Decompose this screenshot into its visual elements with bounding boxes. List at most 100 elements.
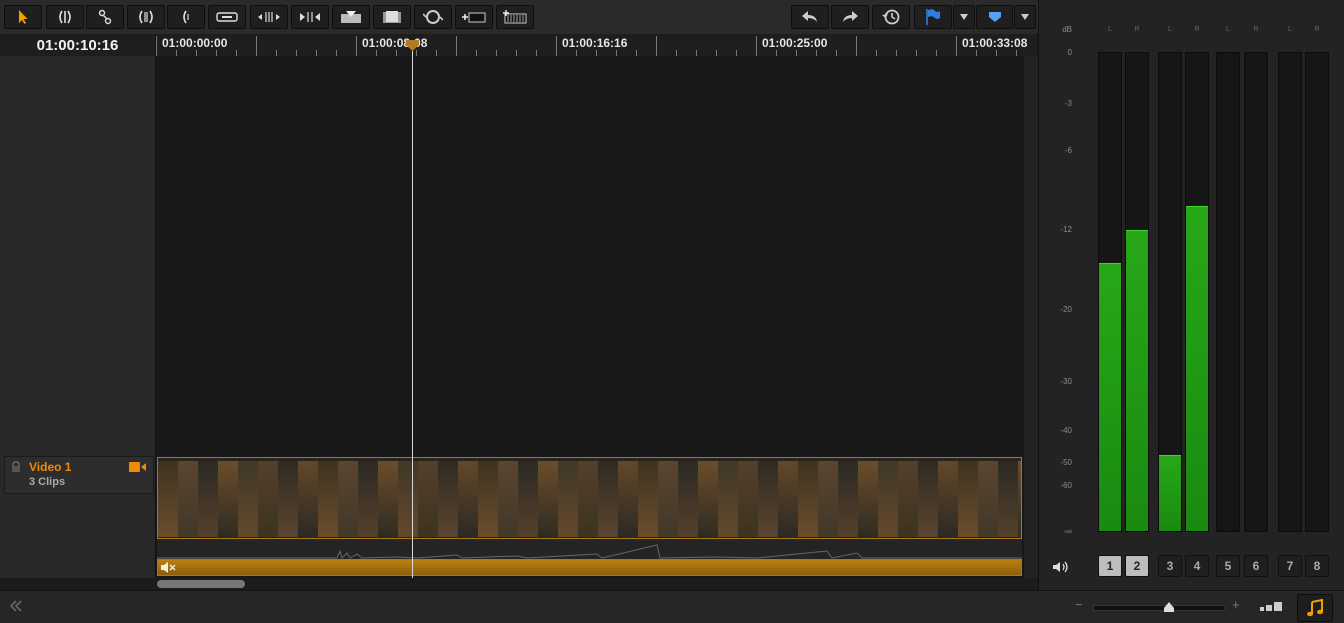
meter-scale-label: -12 <box>1060 225 1072 234</box>
meter-lr-label: L <box>1226 26 1230 33</box>
meter-channel-6 <box>1244 52 1268 532</box>
zoom-slider-thumb[interactable] <box>1163 601 1175 613</box>
blade-tool-button[interactable] <box>86 5 124 29</box>
clip-frame <box>678 461 698 537</box>
slide-button[interactable] <box>291 5 329 29</box>
meter-lr-label: R <box>1253 26 1259 33</box>
clip-frame <box>758 461 778 537</box>
marker-button[interactable] <box>976 5 1013 29</box>
clip-frame <box>858 461 878 537</box>
channel-button-3[interactable]: 3 <box>1158 555 1182 577</box>
clip-frame <box>518 461 538 537</box>
waveform <box>157 544 1022 559</box>
meter-scale-label: 0 <box>1067 48 1072 57</box>
speaker-muted-icon[interactable] <box>160 561 178 574</box>
slip-icon <box>258 12 280 22</box>
clip-frame <box>638 461 658 537</box>
horizontal-scroll-thumb[interactable] <box>157 580 245 588</box>
timeline-ruler[interactable]: 01:00:00:00 01:00:08:08 01:00:16:16 01:0… <box>156 34 1036 57</box>
replace-clip-button[interactable] <box>414 5 452 29</box>
link-clips-button[interactable] <box>208 5 246 29</box>
clip-frame <box>378 461 398 537</box>
channel-button-4[interactable]: 4 <box>1185 555 1209 577</box>
flag-icon <box>926 9 940 25</box>
video-clip[interactable] <box>157 457 1022 539</box>
clip-frame <box>258 461 278 537</box>
ruler-tick <box>256 36 257 56</box>
video-camera-icon[interactable] <box>129 461 147 473</box>
dynamic-trim-button[interactable] <box>127 5 165 29</box>
ruler-tick <box>556 36 557 56</box>
ruler-label: 01:00:33:08 <box>962 36 1028 50</box>
clip-frame <box>738 461 758 537</box>
ripple-trim-button[interactable] <box>167 5 205 29</box>
undo-button[interactable] <box>791 5 829 29</box>
clip-frame <box>478 461 498 537</box>
track-clip-count: 3 Clips <box>29 476 66 488</box>
playhead-marker-icon[interactable] <box>406 40 419 52</box>
place-on-top-icon <box>462 12 486 23</box>
slide-icon <box>300 12 320 22</box>
playhead[interactable] <box>406 40 419 578</box>
ruler-label: 01:00:25:00 <box>762 36 828 50</box>
vertical-scrollbar[interactable] <box>1024 56 1038 578</box>
meter-scale-label: -20 <box>1060 305 1072 314</box>
zoom-in-button[interactable]: + <box>1232 597 1240 612</box>
clip-frame <box>938 461 958 537</box>
meter-scale-label: -3 <box>1064 99 1072 108</box>
marker-icon <box>988 12 1001 22</box>
select-tool-button[interactable] <box>4 5 42 29</box>
clip-frame <box>598 461 618 537</box>
clip-frame <box>338 461 358 537</box>
slip-button[interactable] <box>250 5 288 29</box>
double-chevron-left-icon[interactable] <box>9 600 23 612</box>
channel-button-1[interactable]: 1 <box>1098 555 1122 577</box>
meter-channel-4 <box>1185 52 1209 532</box>
overwrite-clip-button[interactable] <box>373 5 411 29</box>
meter-channel-7 <box>1278 52 1302 532</box>
ruler-tick <box>856 36 857 56</box>
flag-dropdown-button[interactable] <box>953 5 975 29</box>
audio-meters-toggle[interactable] <box>1297 594 1333 622</box>
track-header-video-1[interactable]: Video 1 3 Clips <box>4 456 154 494</box>
current-timecode[interactable]: 01:00:10:16 <box>0 34 156 57</box>
history-button[interactable] <box>872 5 910 29</box>
trim-tool-button[interactable] <box>46 5 84 29</box>
marker-dropdown-button[interactable] <box>1014 5 1036 29</box>
track-height-icon[interactable] <box>1259 601 1283 611</box>
place-on-top-button[interactable] <box>455 5 493 29</box>
horizontal-scrollbar[interactable] <box>155 579 1038 590</box>
speaker-icon[interactable] <box>1052 560 1070 574</box>
clip-frame <box>558 461 578 537</box>
history-icon <box>882 9 900 25</box>
clip-frame <box>358 461 378 537</box>
channel-button-6[interactable]: 6 <box>1244 555 1268 577</box>
zoom-out-button[interactable]: − <box>1075 597 1083 612</box>
insert-clip-button[interactable] <box>332 5 370 29</box>
ruler-tick <box>156 36 157 56</box>
clip-frame <box>838 461 858 537</box>
flag-button[interactable] <box>914 5 952 29</box>
clip-frame <box>298 461 318 537</box>
redo-button[interactable] <box>831 5 869 29</box>
ruler-label: 01:00:16:16 <box>562 36 628 50</box>
clip-frame <box>578 461 598 537</box>
fit-to-fill-button[interactable] <box>496 5 534 29</box>
clip-frame <box>918 461 938 537</box>
channel-button-8[interactable]: 8 <box>1305 555 1329 577</box>
track-name: Video 1 <box>29 460 72 474</box>
blade-tool-icon <box>98 9 112 25</box>
audio-clip[interactable] <box>157 559 1022 576</box>
meter-scale-label: -∞ <box>1063 527 1072 536</box>
channel-button-7[interactable]: 7 <box>1278 555 1302 577</box>
channel-button-2[interactable]: 2 <box>1125 555 1149 577</box>
zoom-slider[interactable] <box>1093 602 1225 612</box>
clip-frame <box>438 461 458 537</box>
select-tool-icon <box>19 10 28 24</box>
clip-frame <box>178 461 198 537</box>
lock-icon[interactable] <box>10 461 22 473</box>
edit-toolbar <box>0 0 1038 35</box>
channel-button-5[interactable]: 5 <box>1216 555 1240 577</box>
chevron-down-icon <box>1021 14 1029 20</box>
clip-frame <box>658 461 678 537</box>
